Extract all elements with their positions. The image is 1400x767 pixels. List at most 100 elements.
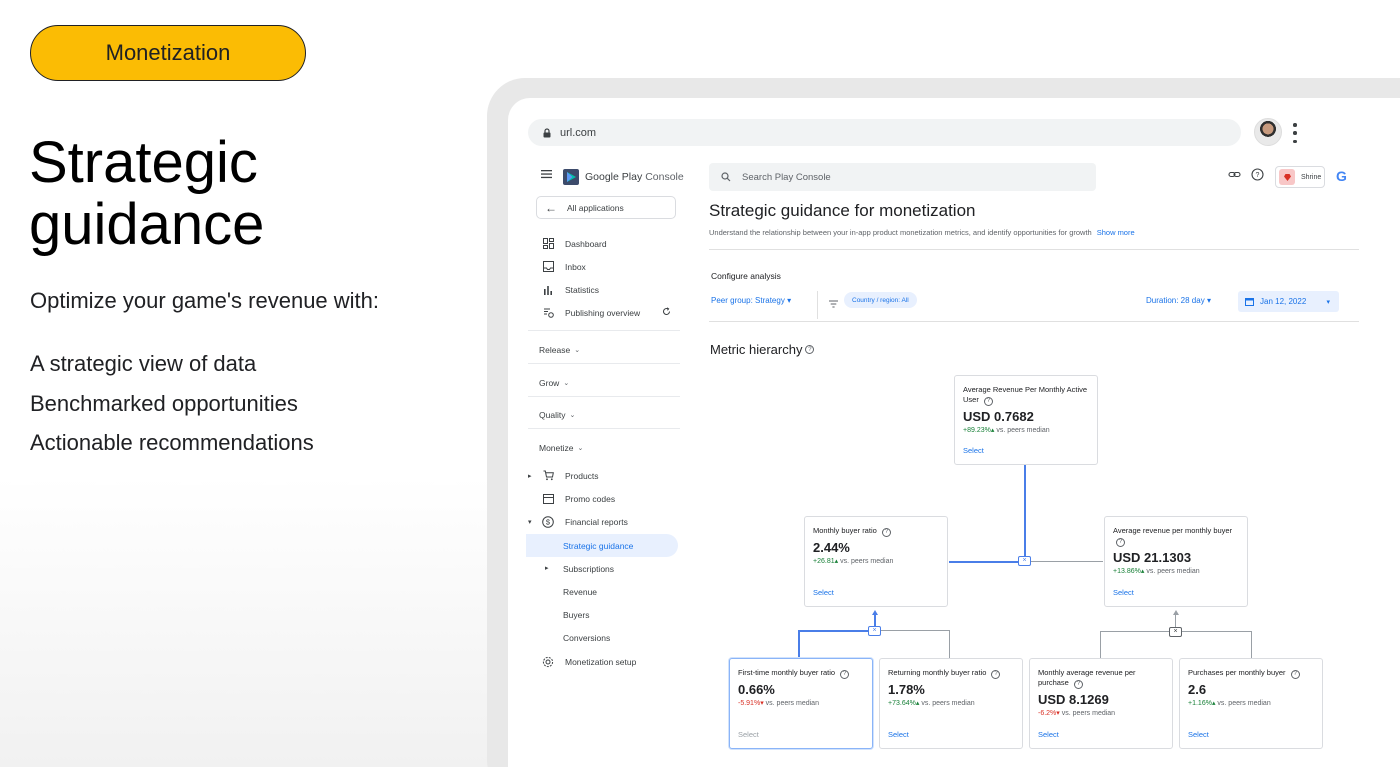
- app-switcher[interactable]: Shrine: [1275, 166, 1325, 188]
- sidebar-item-publishing-overview[interactable]: Publishing overview: [508, 301, 671, 324]
- sidebar-section-grow[interactable]: Grow ⌄: [508, 371, 569, 394]
- search-input[interactable]: Search Play Console: [709, 163, 1096, 191]
- select-link[interactable]: Select: [888, 730, 909, 739]
- metric-delta: +89.23%▴ vs. peers median: [963, 426, 1050, 434]
- sidebar-section-quality[interactable]: Quality ⌄: [508, 403, 575, 426]
- sidebar-item-financial-reports[interactable]: $ Financial reports: [508, 510, 628, 533]
- metric-value: 2.6: [1188, 681, 1207, 697]
- metric-card-monthly-buyer-ratio[interactable]: Monthly buyer ratio ? 2.44% +26.81▴ vs. …: [804, 516, 948, 607]
- sidebar-item-statistics[interactable]: Statistics: [508, 278, 599, 301]
- dashboard-icon: [541, 237, 555, 251]
- more-vert-icon[interactable]: [1292, 123, 1298, 143]
- help-icon[interactable]: ?: [991, 669, 1001, 679]
- calendar-icon: [1245, 298, 1254, 306]
- all-applications-button[interactable]: ← All applications: [536, 196, 676, 219]
- sidebar-divider: [528, 330, 680, 331]
- metric-card-arpmau[interactable]: Average Revenue Per Monthly Active User …: [954, 375, 1098, 465]
- help-icon[interactable]: ?: [1251, 168, 1264, 181]
- select-link[interactable]: Select: [963, 446, 984, 455]
- help-icon[interactable]: ?: [983, 396, 993, 406]
- sidebar-item-inbox[interactable]: Inbox: [508, 255, 586, 278]
- metric-value: USD 8.1269: [1038, 691, 1109, 707]
- console-brand[interactable]: Google Play Console: [541, 169, 684, 185]
- sidebar-item-monetization-setup[interactable]: Monetization setup: [508, 650, 636, 673]
- address-bar[interactable]: url.com: [528, 119, 1241, 146]
- sidebar-item-label: Subscriptions: [563, 563, 615, 574]
- select-link[interactable]: Select: [738, 730, 759, 739]
- peer-group-dropdown[interactable]: Peer group: Strategy ▾: [711, 296, 791, 305]
- section-label: Monetize: [539, 442, 574, 453]
- filter-divider: [817, 291, 818, 319]
- arrow-up-icon: [1173, 610, 1179, 615]
- peer-group-label: Peer group: Strategy: [711, 296, 785, 305]
- page-description: Understand the relationship between your…: [709, 228, 1135, 237]
- menu-icon[interactable]: [541, 169, 552, 182]
- sidebar-item-dashboard[interactable]: Dashboard: [508, 232, 607, 255]
- metric-card-revenue-per-purchase[interactable]: Monthly average revenue per purchase ? U…: [1029, 658, 1173, 749]
- filter-icon[interactable]: [829, 295, 838, 313]
- sidebar-item-buyers[interactable]: Buyers: [508, 603, 589, 626]
- avatar[interactable]: [1254, 118, 1282, 146]
- slide-title-line-2: guidance: [29, 192, 265, 257]
- help-icon[interactable]: ?: [1073, 679, 1083, 689]
- duration-dropdown[interactable]: Duration: 28 day ▾: [1146, 296, 1211, 305]
- connector-line: [798, 630, 868, 632]
- help-icon[interactable]: ?: [840, 669, 850, 679]
- google-logo-icon[interactable]: G: [1336, 168, 1347, 184]
- chevron-down-icon: ⌄: [577, 444, 584, 452]
- sidebar-divider: [528, 428, 680, 429]
- sidebar-section-release[interactable]: Release ⌄: [508, 338, 580, 361]
- select-link[interactable]: Select: [1113, 588, 1134, 597]
- sidebar-item-label: Statistics: [565, 284, 600, 295]
- inbox-icon: [541, 260, 555, 274]
- metric-value: 1.78%: [888, 681, 925, 697]
- metric-delta: +26.81▴ vs. peers median: [813, 557, 894, 565]
- metric-delta: -6.2%▾ vs. peers median: [1038, 709, 1116, 717]
- arrow-up-icon: [872, 610, 878, 615]
- help-icon[interactable]: ?: [1290, 669, 1300, 679]
- country-filter-chip[interactable]: Country / region: All: [844, 292, 917, 308]
- metric-delta: +73.64%▴ vs. peers median: [888, 699, 975, 707]
- sidebar-item-subscriptions[interactable]: Subscriptions: [508, 557, 614, 580]
- connector-line: [949, 561, 1019, 563]
- sidebar-item-label: Promo codes: [565, 493, 616, 504]
- metric-hierarchy-label: Metric hierarchy: [710, 342, 803, 357]
- sidebar-item-revenue[interactable]: Revenue: [508, 580, 597, 603]
- slide-title: Strategic guidance: [29, 132, 449, 256]
- metric-name: Average Revenue Per Monthly Active User …: [963, 385, 1088, 406]
- connector-line: [881, 630, 950, 631]
- metric-card-purchases-per-buyer[interactable]: Purchases per monthly buyer ? 2.6 +1.16%…: [1179, 658, 1323, 749]
- help-icon[interactable]: ?: [805, 345, 815, 354]
- select-link[interactable]: Select: [1038, 730, 1059, 739]
- page-title: Strategic guidance for monetization: [709, 201, 976, 220]
- connector-line: [1251, 631, 1252, 658]
- chevron-down-icon: ⌄: [569, 411, 576, 419]
- sidebar-item-label: Monetization setup: [565, 656, 637, 667]
- metric-hierarchy-heading: Metric hierarchy?: [710, 342, 815, 357]
- sidebar-item-strategic-guidance[interactable]: Strategic guidance: [526, 534, 678, 557]
- all-applications-label: All applications: [567, 202, 624, 213]
- sidebar-item-products[interactable]: Products: [508, 464, 599, 487]
- metric-card-avg-revenue-per-buyer[interactable]: Average revenue per monthly buyer ? USD …: [1104, 516, 1248, 607]
- help-icon[interactable]: ?: [881, 527, 891, 537]
- bullet-item: Benchmarked opportunities: [30, 390, 298, 416]
- select-link[interactable]: Select: [1188, 730, 1209, 739]
- section-label: Grow: [539, 377, 560, 388]
- metric-card-first-time-buyer-ratio[interactable]: First-time monthly buyer ratio ? 0.66% -…: [729, 658, 873, 749]
- sidebar-divider: [528, 363, 680, 364]
- sidebar-item-label: Financial reports: [565, 516, 628, 527]
- search-placeholder: Search Play Console: [742, 171, 831, 183]
- select-link[interactable]: Select: [813, 588, 834, 597]
- sidebar-item-label: Revenue: [563, 586, 598, 597]
- metric-name: Monthly average revenue per purchase ?: [1038, 668, 1136, 689]
- metric-card-returning-buyer-ratio[interactable]: Returning monthly buyer ratio ? 1.78% +7…: [879, 658, 1023, 749]
- show-more-link[interactable]: Show more: [1097, 228, 1135, 237]
- sidebar-item-conversions[interactable]: Conversions: [508, 626, 610, 649]
- help-icon[interactable]: ?: [1116, 537, 1125, 547]
- sidebar-section-monetize[interactable]: Monetize ⌄: [508, 436, 583, 459]
- date-picker[interactable]: Jan 12, 2022 ▾: [1238, 291, 1339, 312]
- sidebar-item-promo-codes[interactable]: Promo codes: [508, 487, 615, 510]
- link-icon[interactable]: [1228, 168, 1241, 181]
- section-divider: [709, 249, 1359, 250]
- section-label: Release: [539, 344, 571, 355]
